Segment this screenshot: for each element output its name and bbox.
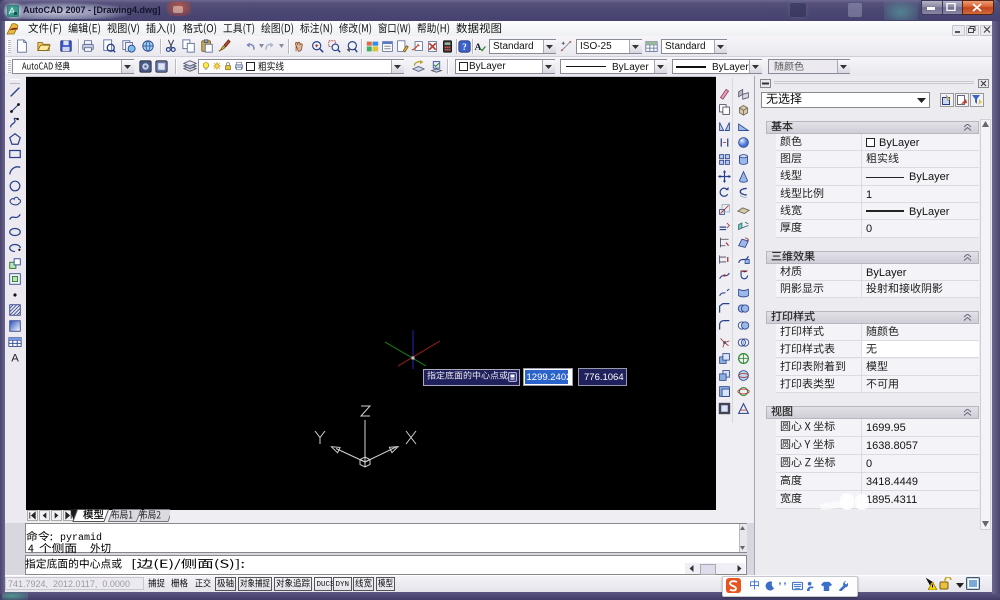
svg-text:A: A <box>474 41 481 52</box>
svg-text:?: ? <box>462 41 466 51</box>
svg-text:A: A <box>11 353 19 365</box>
